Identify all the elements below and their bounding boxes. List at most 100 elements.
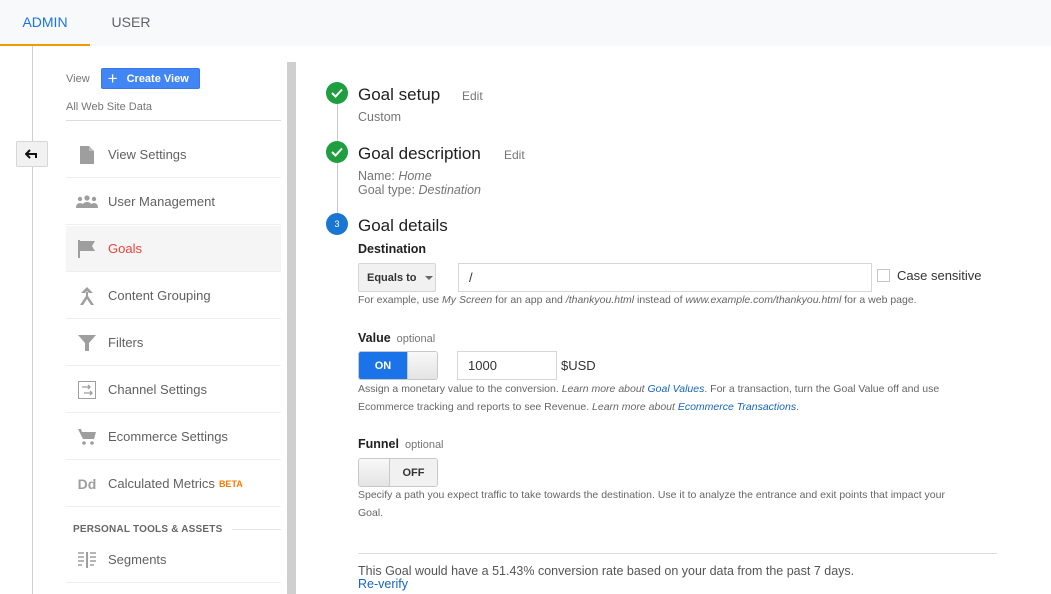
tab-user[interactable]: USER [90, 0, 172, 46]
sidebar-item-label: User Management [108, 194, 215, 209]
divider [358, 553, 997, 554]
hint-text: instead of [634, 294, 686, 306]
ecommerce-transactions-link[interactable]: Ecommerce Transactions [678, 401, 796, 413]
goal-values-link[interactable]: Goal Values [648, 383, 705, 395]
hint-text: for a web page. [841, 294, 917, 306]
funnel-label-text: Funnel [358, 437, 399, 451]
toggle-knob [407, 352, 437, 379]
currency-label: $USD [561, 358, 596, 373]
sidebar-item-ecommerce-settings[interactable]: Ecommerce Settings [66, 414, 281, 460]
section-header-label: PERSONAL TOOLS & ASSETS [73, 524, 223, 535]
value-label-text: Value [358, 331, 391, 345]
hint-example: My Screen [442, 294, 493, 306]
hint-example: www.example.com/thankyou.html [685, 294, 842, 306]
step-2-check-icon [326, 141, 348, 163]
goal-type-label: Goal type: [358, 183, 415, 197]
hint-text: Ecommerce tracking and reports to see Re… [358, 401, 593, 413]
goal-type-value: Destination [418, 183, 482, 197]
sidebar-item-label: Calculated Metrics [108, 476, 215, 491]
admin-sidebar: View + Create View All Web Site Data Vie… [66, 46, 281, 594]
sidebar-item-label: Content Grouping [108, 288, 211, 303]
segments-icon [66, 551, 108, 568]
optional-label: optional [396, 333, 436, 345]
funnel-label: Funnel optional [358, 437, 444, 451]
back-button[interactable] [16, 141, 48, 167]
create-view-label: Create View [126, 72, 189, 85]
edit-goal-description-link[interactable]: Edit [504, 148, 525, 162]
top-tab-bar: ADMIN USER [0, 0, 1051, 46]
beta-badge: BETA [218, 478, 243, 489]
sidebar-item-view-settings[interactable]: View Settings [66, 132, 281, 178]
tab-admin[interactable]: ADMIN [0, 0, 90, 46]
hint-text: Learn more about [561, 383, 648, 395]
sidebar-scrollbar[interactable] [287, 62, 296, 594]
destination-hint: For example, use My Screen for an app an… [358, 291, 917, 309]
people-icon [66, 194, 108, 209]
case-sensitive-label: Case sensitive [897, 268, 982, 283]
destination-input[interactable] [458, 263, 872, 292]
divider [66, 120, 281, 121]
value-hint-line-2: Ecommerce tracking and reports to see Re… [358, 398, 799, 416]
goal-setup-summary: Custom [358, 110, 402, 124]
sidebar-item-label: View Settings [108, 147, 187, 162]
hint-text: Assign a monetary value to the conversio… [358, 383, 562, 395]
reverify-link[interactable]: Re-verify [358, 577, 408, 591]
sidebar-item-goals[interactable]: Goals [66, 226, 281, 272]
view-label: View [66, 72, 90, 85]
goal-name-line: Name: Home [358, 169, 432, 183]
step-title-goal-details: Goal details [358, 216, 448, 235]
value-label: Value optional [358, 331, 435, 345]
view-row: View + Create View [66, 68, 200, 89]
view-selector[interactable]: All Web Site Data [66, 101, 152, 113]
edit-goal-setup-link[interactable]: Edit [462, 89, 483, 103]
sidebar-item-calculated-metrics[interactable]: Dd Calculated Metrics BETA [66, 461, 281, 507]
document-icon [66, 145, 108, 164]
toggle-on-label: ON [359, 352, 407, 379]
step-title-goal-setup: Goal setup [358, 85, 441, 104]
sidebar-item-channel-settings[interactable]: Channel Settings [66, 367, 281, 413]
rail-divider [32, 46, 33, 594]
funnel-hint-line-2: Goal. [358, 507, 384, 519]
hint-text: for an app and [492, 294, 566, 306]
case-sensitive-checkbox[interactable] [877, 269, 890, 282]
section-header-personal-tools: PERSONAL TOOLS & ASSETS [73, 524, 281, 535]
hint-example: /thankyou.html [565, 294, 635, 306]
hint-text: . For a transaction, turn the Goal Value… [704, 383, 940, 395]
sidebar-item-user-management[interactable]: User Management [66, 179, 281, 225]
goal-name-label: Name: [358, 169, 395, 183]
value-toggle[interactable]: ON [358, 351, 438, 380]
step-3-number-badge: 3 [326, 213, 348, 235]
create-view-button[interactable]: + Create View [100, 68, 200, 89]
value-amount-input[interactable] [457, 351, 557, 380]
channel-icon [66, 380, 108, 399]
toggle-knob [359, 459, 390, 486]
merge-icon [66, 286, 108, 305]
step-title-goal-description: Goal description [358, 144, 481, 163]
sidebar-item-label: Channel Settings [108, 382, 208, 397]
hint-text: Learn more about [592, 401, 678, 413]
sidebar-item-label: Filters [108, 335, 144, 350]
sidebar-item-content-grouping[interactable]: Content Grouping [66, 273, 281, 319]
sidebar-item-label: Segments [108, 552, 167, 567]
sidebar-item-label: Ecommerce Settings [108, 429, 228, 444]
toggle-off-label: OFF [390, 459, 437, 486]
optional-label: optional [404, 439, 444, 451]
dropdown-caret-icon [424, 275, 433, 280]
plus-icon: + [107, 69, 118, 88]
value-hint-line-1: Assign a monetary value to the conversio… [358, 380, 939, 398]
sidebar-item-label: Goals [108, 241, 142, 256]
match-type-dropdown[interactable]: Equals to [358, 263, 436, 292]
calculated-metrics-icon: Dd [77, 475, 97, 492]
funnel-toggle[interactable]: OFF [358, 458, 438, 487]
sidebar-item-segments[interactable]: Segments [66, 537, 281, 583]
goal-name-value: Home [398, 169, 432, 183]
hint-text: For example, use [358, 294, 443, 306]
sidebar-item-filters[interactable]: Filters [66, 320, 281, 366]
back-arrow-icon [25, 149, 37, 159]
destination-label: Destination [358, 242, 427, 256]
verification-result: This Goal would have a 51.43% conversion… [358, 564, 855, 578]
hint-text: . [796, 401, 800, 413]
funnel-hint-line-1: Specify a path you expect traffic to tak… [358, 489, 945, 501]
goal-type-line: Goal type: Destination [358, 183, 481, 197]
cart-icon [66, 428, 108, 445]
